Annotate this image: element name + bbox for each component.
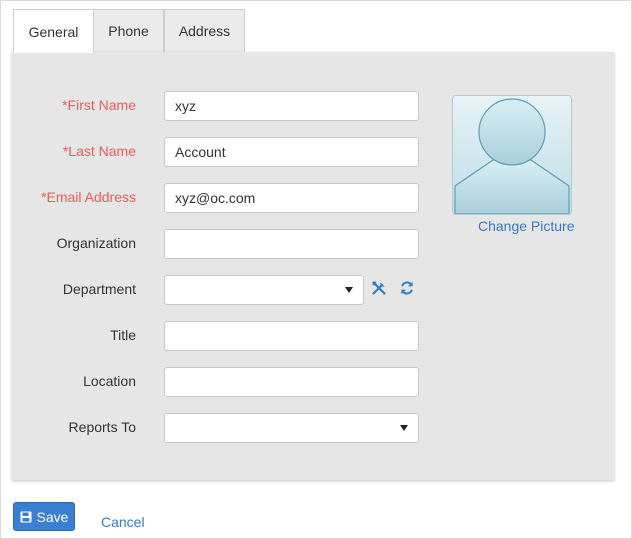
tab-phone[interactable]: Phone	[93, 9, 164, 52]
tab-general-label: General	[28, 23, 79, 40]
user-placeholder-icon	[453, 96, 571, 214]
department-label: Department	[62, 281, 136, 297]
chevron-down-icon	[345, 287, 353, 293]
save-button[interactable]: Save	[13, 502, 75, 531]
title-label: Title	[110, 327, 136, 343]
avatar	[452, 95, 572, 215]
first-name-label: *First Name	[62, 97, 136, 113]
cancel-link[interactable]: Cancel	[101, 514, 145, 530]
location-label: Location	[83, 373, 136, 389]
email-field[interactable]	[164, 183, 419, 213]
last-name-label: *Last Name	[62, 143, 136, 159]
tab-general[interactable]: General	[13, 9, 94, 53]
save-label: Save	[36, 508, 69, 525]
change-picture-link[interactable]: Change Picture	[478, 218, 575, 234]
reports-to-label: Reports To	[68, 419, 136, 435]
department-select[interactable]	[164, 275, 364, 305]
save-icon	[20, 511, 32, 522]
first-name-field[interactable]	[164, 91, 419, 121]
location-field[interactable]	[164, 367, 419, 397]
email-label: *Email Address	[41, 189, 136, 205]
tab-phone-label: Phone	[108, 23, 149, 39]
chevron-down-icon	[400, 425, 408, 431]
tab-address[interactable]: Address	[164, 9, 245, 52]
last-name-field[interactable]	[164, 137, 419, 167]
tools-icon[interactable]	[371, 280, 387, 296]
organization-label: Organization	[56, 235, 136, 251]
title-field[interactable]	[164, 321, 419, 351]
organization-field[interactable]	[164, 229, 419, 259]
reports-to-select[interactable]	[164, 413, 419, 443]
tab-address-label: Address	[178, 23, 231, 39]
refresh-icon[interactable]	[399, 280, 415, 296]
